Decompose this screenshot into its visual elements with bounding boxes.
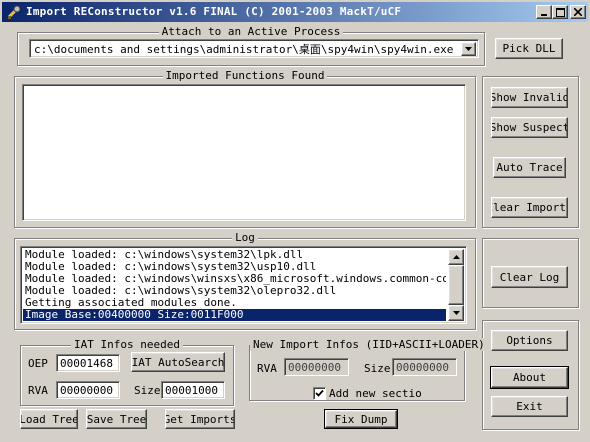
minimize-button[interactable] [536,5,552,19]
maximize-icon [555,7,565,17]
iat-autosearch-button[interactable]: IAT AutoSearch [131,352,225,372]
auto-trace-button[interactable]: Auto Trace [493,157,566,178]
load-tree-button[interactable]: Load Tree [20,409,78,429]
process-dropdown-button[interactable] [461,42,476,56]
show-suspect-button[interactable]: Show Suspect [491,117,568,138]
new-import-infos-label: New Import Infos (IID+ASCII+LOADER) [250,338,488,351]
new-import-size-label: Size [364,362,391,375]
log-line: Getting associated modules done. [25,297,237,309]
log-line: Module loaded: c:\windows\system32\olepr… [25,285,337,297]
checkmark-icon [315,389,324,397]
iat-rva-label: RVA [28,384,48,397]
maximize-button[interactable] [552,5,568,19]
attach-group-label: Attach to an Active Process [158,25,344,38]
scroll-thumb[interactable] [448,265,464,305]
window-title: Import REConstructor v1.6 FINAL (C) 2001… [26,5,402,18]
save-tree-button[interactable]: Save Tree [86,409,147,429]
scroll-down-button[interactable] [448,305,464,321]
log-line-selected: Image Base:00400000 Size:0011F000 [23,309,446,321]
iat-size-label: Size [134,384,161,397]
log-line: Module loaded: c:\windows\winsxs\x86_mic… [25,273,446,285]
new-import-rva-label: RVA [257,362,277,375]
options-button[interactable]: Options [491,330,568,351]
close-button[interactable] [570,5,586,19]
log-line: Module loaded: c:\windows\system32\lpk.d… [25,249,304,261]
pick-dll-button[interactable]: Pick DLL [495,38,563,59]
new-import-size-field[interactable]: 00000000 [392,358,457,376]
iat-rva-field[interactable]: 00000000 [56,381,120,399]
clear-imports-button[interactable]: Clear Imports [491,197,568,218]
arrow-up-icon [452,255,460,259]
wrench-icon [6,4,22,20]
scroll-up-button[interactable] [448,249,464,265]
imported-functions-label: Imported Functions Found [162,69,328,82]
arrow-down-icon [452,311,460,315]
show-invalid-button[interactable]: Show Invalid [491,87,568,108]
iat-size-field[interactable]: 00001000 [161,381,225,399]
add-new-section-label: Add new sectio [329,387,422,400]
iat-infos-label: IAT Infos needed [71,338,183,351]
process-select[interactable]: c:\documents and settings\administrator\… [29,39,479,58]
minimize-icon [541,14,547,16]
oep-label: OEP [28,357,48,370]
log-line: Module loaded: c:\windows\system32\usp10… [25,261,317,273]
chevron-down-icon [465,47,472,51]
title-bar[interactable]: Import REConstructor v1.6 FINAL (C) 2001… [2,2,588,22]
log-label: Log [232,231,258,244]
imported-functions-tree[interactable] [22,84,466,221]
close-icon [574,8,582,16]
oep-field[interactable]: 00001468 [56,354,120,372]
about-button[interactable]: About [490,366,569,389]
log-list[interactable]: Module loaded: c:\windows\system32\lpk.d… [20,246,467,324]
new-import-rva-field[interactable]: 00000000 [284,358,349,376]
exit-button[interactable]: Exit [491,396,568,417]
add-new-section-checkbox[interactable] [313,387,326,400]
clear-log-button[interactable]: Clear Log [491,266,568,288]
import-reconstructor-window: Import REConstructor v1.6 FINAL (C) 2001… [0,0,590,442]
get-imports-button[interactable]: Get Imports [165,409,235,429]
fix-dump-button[interactable]: Fix Dump [324,409,398,429]
process-select-value: c:\documents and settings\administrator\… [34,43,458,56]
log-scrollbar[interactable] [448,249,464,321]
